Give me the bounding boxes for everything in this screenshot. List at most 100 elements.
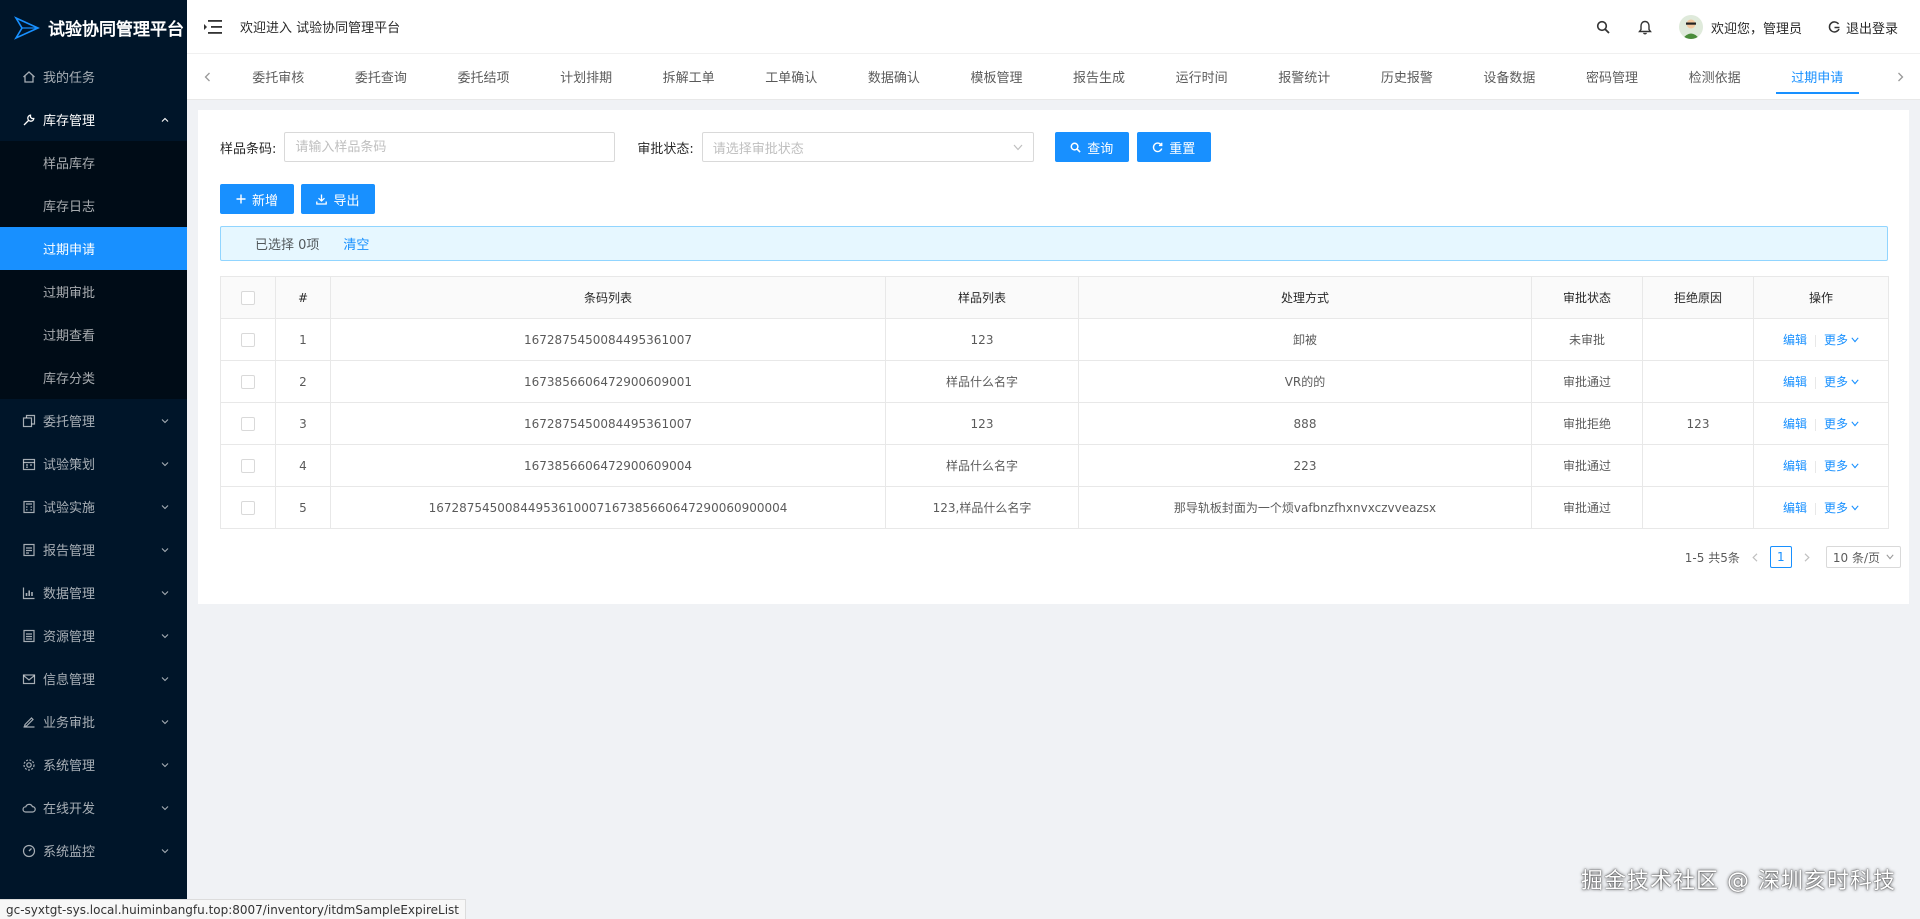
row-checkbox[interactable] xyxy=(241,500,255,515)
more-dropdown[interactable]: 更多 xyxy=(1824,373,1859,390)
more-dropdown[interactable]: 更多 xyxy=(1824,415,1859,432)
select-all-cell xyxy=(220,276,276,319)
tab-11[interactable]: 历史报警 xyxy=(1356,54,1459,100)
notification-button[interactable] xyxy=(1637,19,1653,35)
sidebar-item-9[interactable]: 业务审批 xyxy=(0,700,187,743)
sidebar-item-12[interactable]: 系统监控 xyxy=(0,829,187,872)
user-menu[interactable]: 欢迎您，管理员 xyxy=(1678,15,1802,39)
tab-14[interactable]: 检测依据 xyxy=(1663,54,1766,100)
sidebar-subitem-0[interactable]: 样品库存 xyxy=(0,141,187,184)
sidebar-item-1[interactable]: 库存管理 xyxy=(0,98,187,141)
report-icon xyxy=(22,543,36,557)
sidebar-subitem-4[interactable]: 过期查看 xyxy=(0,313,187,356)
next-page-button[interactable] xyxy=(1800,547,1814,567)
sidebar-item-label: 报告管理 xyxy=(43,544,96,559)
tab-1[interactable]: 委托查询 xyxy=(330,54,433,100)
sidebar-subitem-3[interactable]: 过期审批 xyxy=(0,270,187,313)
cell-method: VR的的 xyxy=(1078,360,1532,403)
app-logo[interactable]: 试验协同管理平台 xyxy=(0,0,187,55)
menu-fold-button[interactable] xyxy=(204,18,226,36)
tab-3[interactable]: 计划排期 xyxy=(535,54,638,100)
tab-12[interactable]: 设备数据 xyxy=(1458,54,1561,100)
sidebar-item-5[interactable]: 报告管理 xyxy=(0,528,187,571)
sidebar-subitem-5[interactable]: 库存分类 xyxy=(0,356,187,399)
plus-icon xyxy=(236,194,246,204)
selection-alert: 已选择 0项 清空 xyxy=(220,226,1888,261)
more-dropdown[interactable]: 更多 xyxy=(1824,499,1859,516)
select-all-checkbox[interactable] xyxy=(241,290,255,305)
more-label: 更多 xyxy=(1824,375,1849,389)
tab-8[interactable]: 报告生成 xyxy=(1048,54,1151,100)
sidebar-item-0[interactable]: 我的任务 xyxy=(0,55,187,98)
export-button[interactable]: 导出 xyxy=(301,184,375,214)
action-divider xyxy=(1815,334,1816,347)
status-select[interactable]: 请选择审批状态 xyxy=(701,132,1034,162)
sidebar-item-10[interactable]: 系统管理 xyxy=(0,743,187,786)
sidebar-item-2[interactable]: 委托管理 xyxy=(0,399,187,442)
tab-15[interactable]: 过期申请 xyxy=(1766,54,1869,100)
tab-10[interactable]: 报警统计 xyxy=(1253,54,1356,100)
tab-0[interactable]: 委托审核 xyxy=(227,54,330,100)
tab-2[interactable]: 委托结项 xyxy=(432,54,535,100)
sidebar-item-3[interactable]: 试验策划 xyxy=(0,442,187,485)
add-button[interactable]: 新增 xyxy=(220,184,294,214)
table-toolbar: 新增 导出 xyxy=(220,184,375,214)
row-checkbox[interactable] xyxy=(241,374,255,389)
pagination: 1-5 共5条 1 10 条/页 xyxy=(1685,546,1901,568)
barcode-input[interactable] xyxy=(284,132,616,162)
chevron-down-icon xyxy=(161,590,169,595)
sidebar-item-label: 系统管理 xyxy=(43,759,96,774)
sidebar-item-label: 在线开发 xyxy=(43,802,96,817)
tab-5[interactable]: 工单确认 xyxy=(740,54,843,100)
sidebar-subitem-1[interactable]: 库存日志 xyxy=(0,184,187,227)
logout-button[interactable]: 退出登录 xyxy=(1828,18,1898,37)
sidebar-subitem-2[interactable]: 过期申请 xyxy=(0,227,187,270)
row-checkbox[interactable] xyxy=(241,416,255,431)
export-label: 导出 xyxy=(333,193,360,209)
cell-reason xyxy=(1642,318,1754,361)
cell-barcode: 1673856606472900609004 xyxy=(330,444,886,487)
table-body: 1 1672875450084495361007 123 卸被 未审批 编辑 更多 2 1673… xyxy=(220,318,1889,529)
tab-9[interactable]: 运行时间 xyxy=(1150,54,1253,100)
clear-selection-link[interactable]: 清空 xyxy=(343,234,369,253)
more-dropdown[interactable]: 更多 xyxy=(1824,457,1859,474)
header-search-button[interactable] xyxy=(1595,19,1611,35)
tab-6[interactable]: 数据确认 xyxy=(843,54,946,100)
edit-link[interactable]: 编辑 xyxy=(1783,375,1807,389)
more-label: 更多 xyxy=(1824,459,1849,473)
row-checkbox[interactable] xyxy=(241,458,255,473)
sidebar-item-11[interactable]: 在线开发 xyxy=(0,786,187,829)
tabs-scroll-right[interactable] xyxy=(1880,54,1920,100)
sidebar-item-7[interactable]: 资源管理 xyxy=(0,614,187,657)
sidebar-item-label: 委托管理 xyxy=(43,415,96,430)
sidebar-item-8[interactable]: 信息管理 xyxy=(0,657,187,700)
edit-link[interactable]: 编辑 xyxy=(1783,417,1807,431)
home-icon xyxy=(22,70,36,84)
edit-link[interactable]: 编辑 xyxy=(1783,501,1807,515)
chevron-down-icon xyxy=(1886,554,1894,560)
tabs-scroll-left[interactable] xyxy=(187,54,227,100)
cell-index: 2 xyxy=(275,360,331,403)
row-checkbox[interactable] xyxy=(241,332,255,347)
more-dropdown[interactable]: 更多 xyxy=(1824,331,1859,348)
cell-barcode: 1672875450084495361007 xyxy=(330,318,886,361)
sidebar-item-4[interactable]: 试验实施 xyxy=(0,485,187,528)
cell-method: 888 xyxy=(1078,402,1532,445)
column-header: # xyxy=(275,276,331,319)
tab-13[interactable]: 密码管理 xyxy=(1561,54,1664,100)
sidebar-item-6[interactable]: 数据管理 xyxy=(0,571,187,614)
prev-page-button[interactable] xyxy=(1748,547,1762,567)
tab-4[interactable]: 拆解工单 xyxy=(637,54,740,100)
chart-icon xyxy=(22,586,36,600)
page-size-select[interactable]: 10 条/页 xyxy=(1825,546,1901,568)
table-row: 2 1673856606472900609001 样品什么名字 VR的的 审批通过 编辑 更… xyxy=(220,360,1889,403)
edit-link[interactable]: 编辑 xyxy=(1783,333,1807,347)
page-number-button[interactable]: 1 xyxy=(1769,546,1792,568)
reset-button[interactable]: 重置 xyxy=(1136,132,1211,162)
status-bar-url: gc-syxtgt-sys.local.huiminbangfu.top:800… xyxy=(0,899,467,919)
calendar-icon xyxy=(22,457,36,471)
query-button[interactable]: 查询 xyxy=(1054,132,1129,162)
edit-link[interactable]: 编辑 xyxy=(1783,459,1807,473)
tab-7[interactable]: 模板管理 xyxy=(945,54,1048,100)
column-header: 拒绝原因 xyxy=(1642,276,1754,319)
